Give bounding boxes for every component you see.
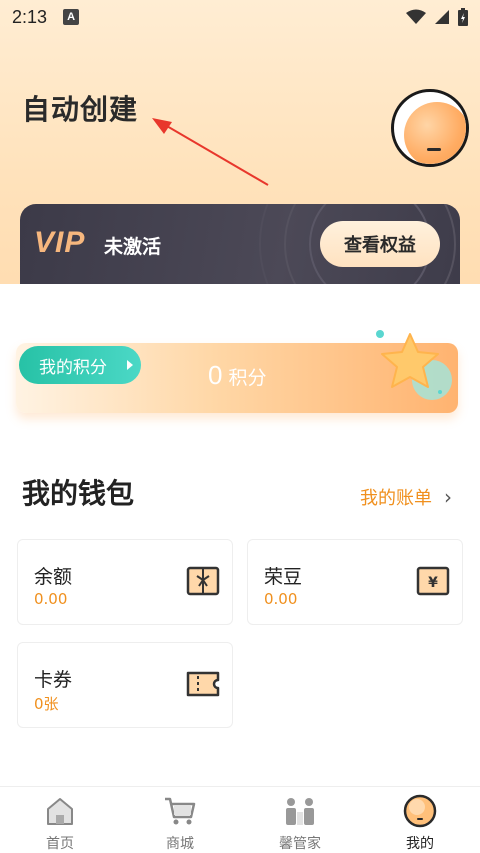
points-tag-caret-icon: [127, 360, 133, 370]
my-bill-link[interactable]: 我的账单 ›: [360, 484, 452, 510]
tab-mine[interactable]: 我的: [360, 787, 480, 853]
avatar[interactable]: [391, 89, 469, 167]
wallet-title: 我的钱包: [22, 477, 135, 510]
view-benefits-button[interactable]: 查看权益: [320, 221, 440, 267]
tab-home-label: 首页: [46, 836, 74, 852]
avatar-face-icon: [404, 102, 466, 164]
status-time: 2:13: [12, 6, 48, 27]
points-number: 0: [208, 360, 223, 390]
bottom-tab-bar: 首页 商城 馨管家 我的: [0, 786, 480, 853]
profile-icon: [403, 794, 437, 828]
avatar-mouth: [427, 148, 441, 151]
tab-mine-label: 我的: [406, 836, 434, 852]
rongdou-card[interactable]: 荣豆 0.00 ¥: [247, 539, 463, 625]
rongdou-label: 荣豆: [264, 566, 303, 588]
coupon-value: 0张: [34, 695, 59, 713]
home-icon: [47, 798, 73, 825]
tab-mall-label: 商城: [166, 836, 194, 852]
points-unit: 积分: [228, 367, 267, 389]
butler-icon: [286, 798, 314, 825]
vip-card[interactable]: VIP 未激活 查看权益: [20, 204, 460, 284]
annotation-arrow: [152, 118, 269, 186]
wallet-gift-icon: [186, 566, 220, 596]
vip-logo: VIP: [34, 226, 86, 259]
cart-icon: [165, 797, 196, 825]
chevron-right-icon: ›: [444, 485, 452, 509]
yuan-card-icon: ¥: [416, 566, 450, 596]
tab-butler[interactable]: 馨管家: [240, 787, 360, 853]
ticket-icon: [186, 671, 220, 697]
svg-text:¥: ¥: [428, 575, 438, 591]
coupon-card[interactable]: 卡券 0张: [17, 642, 233, 728]
points-tag[interactable]: 我的积分: [19, 346, 141, 384]
balance-label: 余额: [34, 566, 73, 588]
vip-status: 未激活: [104, 236, 162, 258]
tab-home[interactable]: 首页: [0, 787, 120, 853]
battery-icon: [458, 8, 468, 26]
my-bill-label: 我的账单: [360, 488, 432, 509]
balance-card[interactable]: 余额 0.00: [17, 539, 233, 625]
wifi-icon: [406, 9, 426, 24]
points-value: 0 积分: [208, 360, 266, 391]
notification-a-icon: A: [63, 9, 80, 25]
profile-name[interactable]: 自动创建: [22, 88, 138, 128]
star-icon: [376, 330, 452, 400]
balance-value: 0.00: [34, 590, 68, 608]
tab-butler-label: 馨管家: [279, 836, 321, 852]
tab-mall[interactable]: 商城: [120, 787, 240, 853]
signal-icon: [435, 10, 449, 24]
rongdou-value: 0.00: [264, 590, 298, 608]
coupon-label: 卡券: [34, 669, 73, 691]
status-bar: 2:13 A: [0, 0, 480, 34]
